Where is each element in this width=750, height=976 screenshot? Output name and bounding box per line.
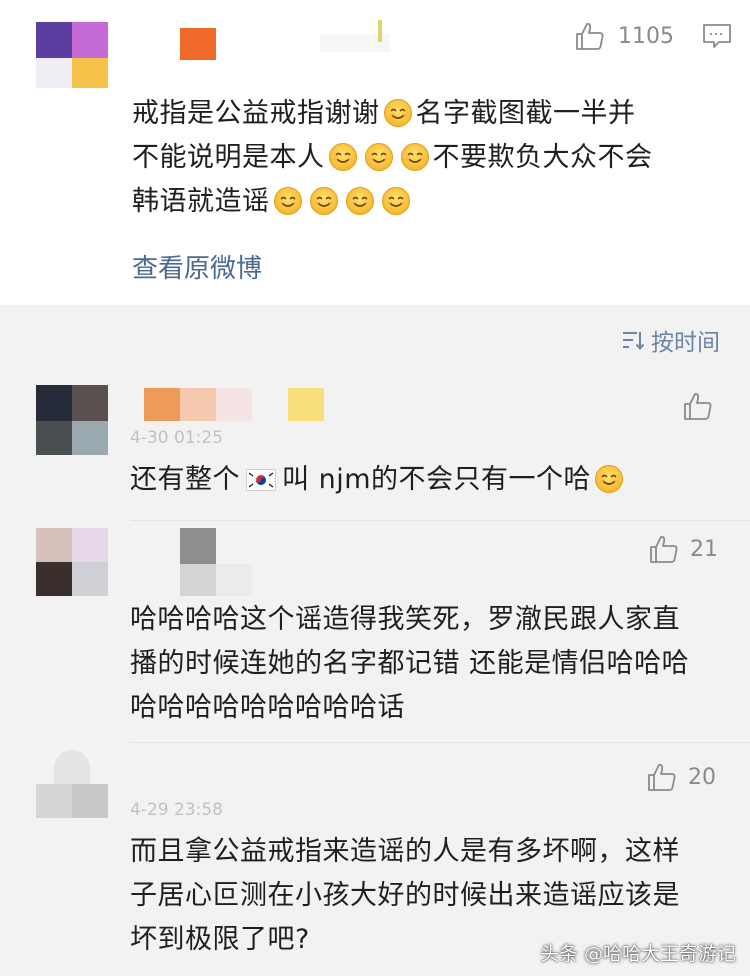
smiling-face-icon xyxy=(328,142,358,172)
comment-text: 还有整个 叫 njm的不会只有一个哈 xyxy=(130,458,730,502)
like-count: 21 xyxy=(690,536,718,562)
sort-icon xyxy=(623,332,645,351)
smiling-face-icon xyxy=(381,186,411,216)
main-post-card: 1105 戒指是公益戒指谢谢 名字截图截一半并 不能说明是本人 不要欺负大众不会 韩… xyxy=(0,0,750,305)
divider xyxy=(130,520,750,521)
watermark: 头条 @哈哈大王奇游记 xyxy=(539,943,736,965)
divider xyxy=(130,742,750,743)
smiling-face-icon xyxy=(309,186,339,216)
avatar[interactable] xyxy=(36,750,108,818)
avatar[interactable] xyxy=(36,528,108,596)
main-line-2: 不能说明是本人 不要欺负大众不会 xyxy=(132,142,653,173)
thumbs-up-icon xyxy=(646,761,678,793)
comment-icon[interactable] xyxy=(702,22,732,50)
smiling-face-icon xyxy=(364,142,394,172)
smiling-face-icon xyxy=(594,464,624,494)
smiling-face-icon xyxy=(273,186,303,216)
username-redacted xyxy=(180,528,290,598)
main-line-1: 戒指是公益戒指谢谢 名字截图截一半并 xyxy=(132,98,636,129)
thumbs-up-icon xyxy=(648,533,680,565)
comment-like-button[interactable]: 21 xyxy=(648,533,718,565)
sort-label: 按时间 xyxy=(651,330,720,356)
comment-text: 哈哈哈哈这个谣造得我笑死，罗澈民跟人家直 播的时候连她的名字都记错 还能是情侣哈… xyxy=(130,604,690,723)
south-korea-flag-icon xyxy=(246,469,276,491)
main-line-3: 韩语就造谣 xyxy=(132,180,732,224)
smiling-face-icon xyxy=(400,142,430,172)
smiling-face-icon xyxy=(345,186,375,216)
thumbs-up-icon xyxy=(682,390,714,422)
username-redacted xyxy=(144,388,329,424)
sort-by-time-button[interactable]: 按时间 xyxy=(621,323,720,357)
thumbs-up-icon xyxy=(574,20,606,52)
comment-like-button[interactable]: 20 xyxy=(646,761,716,793)
like-count: 20 xyxy=(688,764,716,790)
view-original-link[interactable]: 查看原微博 xyxy=(132,248,262,285)
username-redacted xyxy=(130,20,390,65)
smiling-face-icon xyxy=(383,98,413,128)
main-like-button[interactable]: 1105 xyxy=(574,20,674,52)
main-post-text: 戒指是公益戒指谢谢 名字截图截一半并 不能说明是本人 不要欺负大众不会 韩语就造谣 xyxy=(132,92,732,224)
comment-timestamp: 4-30 01:25 xyxy=(130,428,223,448)
avatar[interactable] xyxy=(36,22,108,90)
avatar[interactable] xyxy=(36,385,108,455)
like-count: 1105 xyxy=(618,23,674,49)
comment-like-button[interactable] xyxy=(682,390,714,422)
comment-timestamp: 4-29 23:58 xyxy=(130,800,223,820)
